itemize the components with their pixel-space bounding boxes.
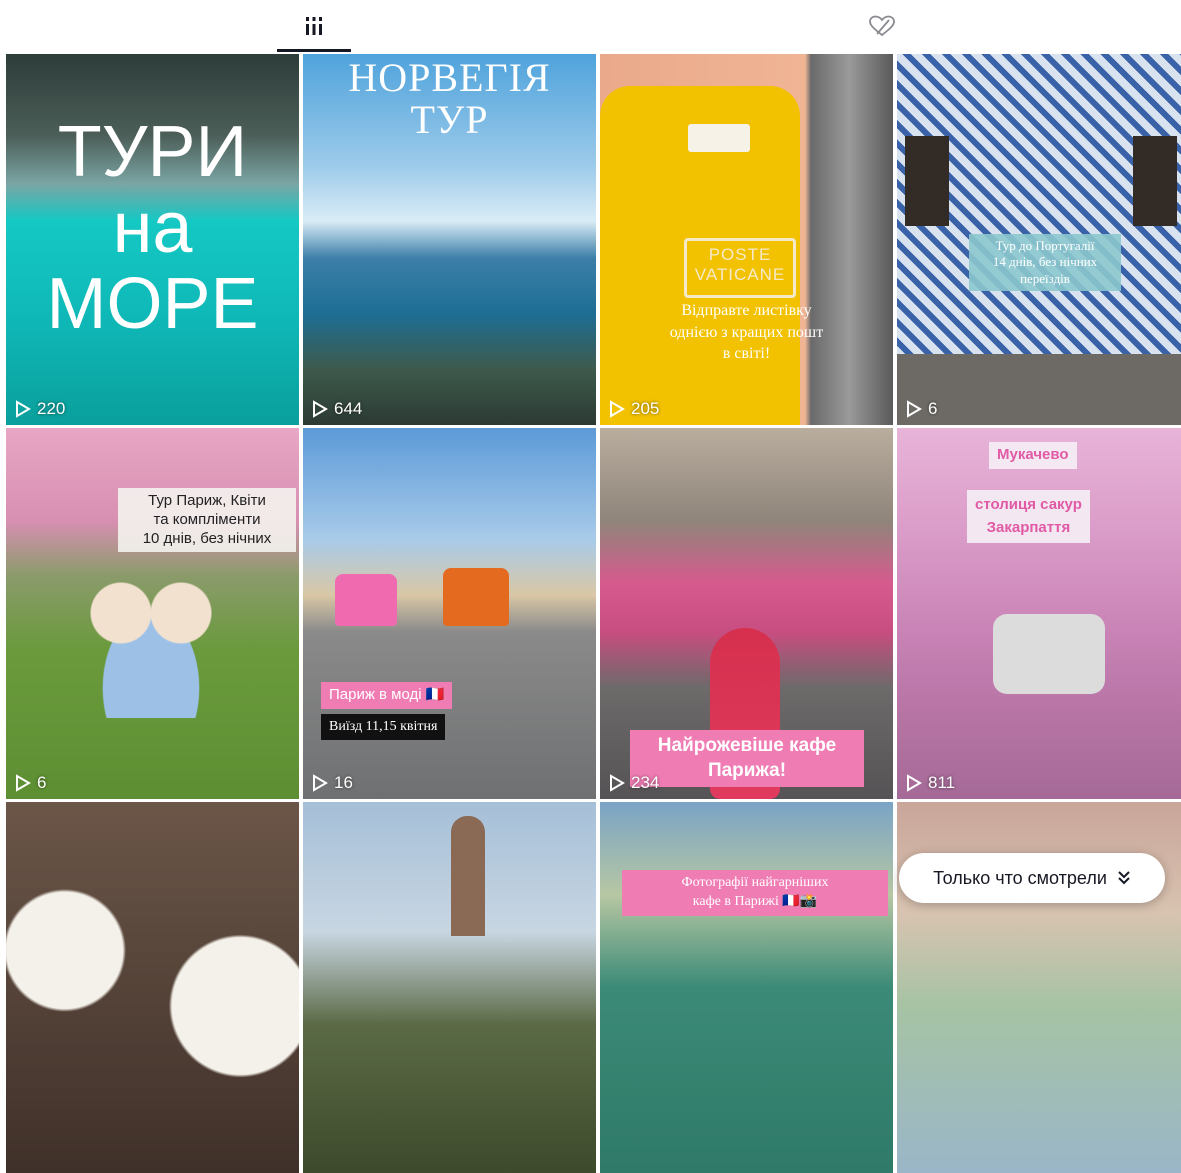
video-tile[interactable] [6, 802, 299, 1173]
play-icon [907, 400, 922, 418]
pink-bag [335, 574, 397, 626]
view-count: 811 [906, 773, 955, 793]
view-count: 205 [609, 399, 659, 419]
video-caption: Відправте листівку однією з кращих пошт … [669, 302, 824, 363]
mailbox-sign: POSTE VATICANE [684, 238, 796, 298]
video-tile[interactable]: НОРВЕГІЯ ТУР 644 [303, 54, 596, 425]
view-count: 6 [15, 773, 46, 793]
play-icon [313, 774, 328, 792]
heart-slash-icon [869, 15, 895, 37]
tab-videos[interactable] [277, 0, 351, 52]
view-count: 220 [15, 399, 65, 419]
video-tile[interactable]: Фотографії найгарніших кафе в Парижі 🇫🇷📸 [600, 802, 893, 1173]
view-count: 644 [312, 399, 362, 419]
video-tile[interactable]: ТУРИ на МОРЕ 220 [6, 54, 299, 425]
mail-slot [688, 124, 750, 152]
view-count: 6 [906, 399, 937, 419]
video-tile[interactable]: Париж в моді 🇫🇷 Виїзд 11,15 квітня 16 [303, 428, 596, 799]
car [993, 614, 1105, 694]
video-caption-2: столиця сакур Закарпаття [967, 490, 1090, 543]
street [897, 354, 1181, 425]
window [905, 136, 949, 226]
video-caption: Найрожевіше кафе Парижа! [630, 730, 864, 788]
video-caption: ТУРИ на МОРЕ [46, 112, 259, 344]
tab-liked[interactable] [845, 0, 919, 52]
video-caption: Тур до Португалії 14 днів, без нічних пе… [969, 234, 1121, 291]
play-icon [907, 774, 922, 792]
church-tower [451, 816, 485, 936]
recently-watched-button[interactable]: Только что смотрели [899, 853, 1165, 903]
video-caption-1: Мукачево [989, 442, 1077, 469]
active-tab-indicator [277, 49, 351, 52]
play-icon [16, 774, 31, 792]
video-caption: Фотографії найгарніших кафе в Парижі 🇫🇷📸 [622, 870, 888, 916]
play-icon [16, 400, 31, 418]
picnic-people [76, 568, 226, 718]
video-caption: Тур Париж, Квіти та компліменти 10 днів,… [118, 488, 296, 553]
thumbnail [600, 802, 893, 1173]
video-tile[interactable]: POSTE VATICANE Відправте листівку однією… [600, 54, 893, 425]
play-icon [610, 774, 625, 792]
orange-bag [443, 568, 509, 626]
grid-bars-icon [306, 17, 322, 35]
video-tile[interactable]: Тур Париж, Квіти та компліменти 10 днів,… [6, 428, 299, 799]
video-tile[interactable]: Тур до Португалії 14 днів, без нічних пе… [897, 54, 1181, 425]
video-caption-2: Виїзд 11,15 квітня [321, 714, 446, 740]
thumbnail [303, 802, 596, 1173]
thumbnail [6, 802, 299, 1173]
play-icon [610, 400, 625, 418]
double-chevron-down-icon [1118, 871, 1130, 885]
view-count: 16 [312, 773, 353, 793]
view-count: 234 [609, 773, 659, 793]
recently-watched-label: Только что смотрели [933, 867, 1107, 888]
profile-tabs [0, 0, 1181, 52]
window [1133, 136, 1177, 226]
video-tile[interactable] [303, 802, 596, 1173]
video-tile[interactable]: Найрожевіше кафе Парижа! 234 [600, 428, 893, 799]
play-icon [313, 400, 328, 418]
video-caption: НОРВЕГІЯ ТУР [348, 55, 551, 142]
video-caption-1: Париж в моді 🇫🇷 [321, 682, 453, 709]
video-tile[interactable]: Мукачево столиця сакур Закарпаття 811 [897, 428, 1181, 799]
